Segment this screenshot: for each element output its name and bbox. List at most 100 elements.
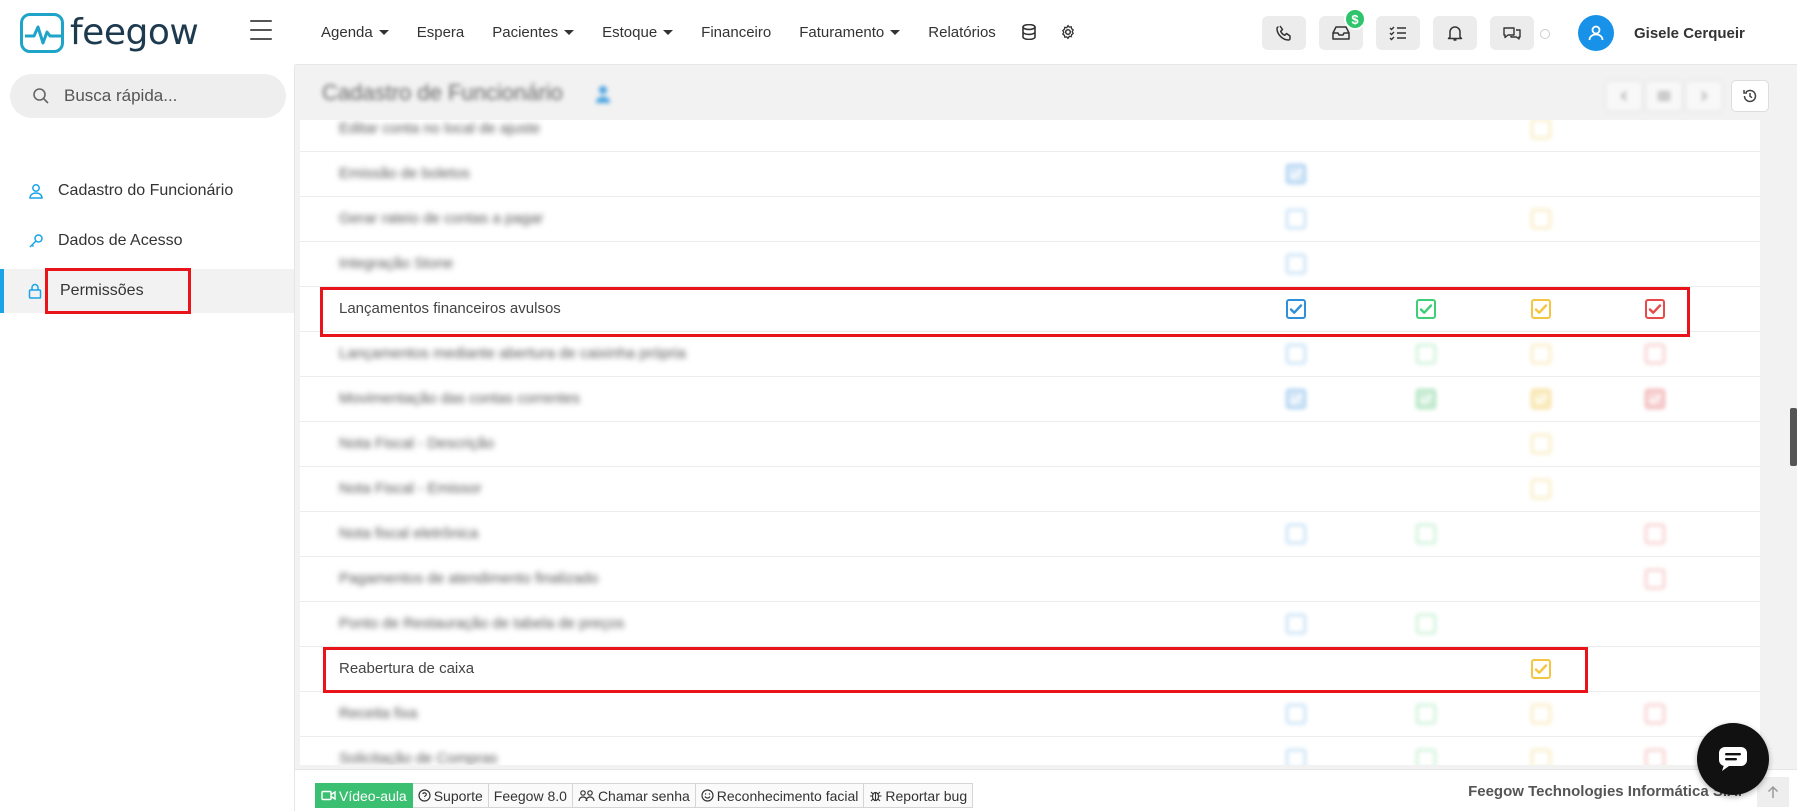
permission-checkbox[interactable] [1531,344,1551,364]
permission-checkbox[interactable] [1645,569,1665,589]
history-button[interactable] [1731,80,1769,112]
permission-checkbox[interactable] [1531,704,1551,724]
permission-checkbox[interactable] [1416,749,1436,765]
nav-agenda[interactable]: Agenda [307,0,403,64]
permission-checkbox[interactable] [1286,344,1306,364]
live-chat-button[interactable] [1697,723,1769,795]
suporte-button[interactable]: Suporte [412,783,489,808]
nav-pacientes[interactable]: Pacientes [478,0,588,64]
phone-button[interactable] [1262,16,1306,50]
permission-row: Movimentação das contas correntes [300,377,1760,422]
permission-checkbox[interactable] [1416,614,1436,634]
permission-row: Integração Stone [300,242,1760,287]
database-icon[interactable] [1010,0,1048,64]
permission-checkbox[interactable] [1286,524,1306,544]
status-indicator [1540,29,1550,39]
nav-espera[interactable]: Espera [403,0,479,64]
chevron-right-icon [1701,91,1708,101]
scrollbar-thumb[interactable] [1790,408,1797,466]
permission-checkbox[interactable] [1531,479,1551,499]
reportar-bug-button[interactable]: Reportar bug [864,783,974,808]
permission-checkbox[interactable] [1416,299,1436,319]
phone-icon [1276,25,1291,41]
permission-checkbox[interactable] [1531,299,1551,319]
logo-text: feegow [70,12,199,53]
permission-checkbox[interactable] [1645,749,1665,765]
permission-label: Nota fiscal eletrônica [339,525,479,542]
bug-icon [870,791,882,802]
next-record-button[interactable] [1685,80,1723,112]
caret-down-icon [663,29,674,35]
permission-row: Lançamentos financeiros avulsos [300,287,1760,332]
permission-checkbox[interactable] [1286,254,1306,274]
permission-checkbox[interactable] [1286,299,1306,319]
permission-checkbox[interactable] [1531,659,1551,679]
checkmark-icon [1289,304,1303,314]
permission-label: Reabertura de caixa [339,660,475,677]
permission-checkbox[interactable] [1531,120,1551,139]
page-title: Cadastro de Funcionário [322,80,563,105]
permission-checkbox[interactable] [1286,614,1306,634]
permission-checkbox[interactable] [1286,704,1306,724]
scroll-to-top-button[interactable] [1757,777,1789,807]
search-icon [33,88,49,104]
permission-checkbox[interactable] [1645,344,1665,364]
checkmark-icon [1419,304,1433,314]
nav-relatorios[interactable]: Relatórios [914,0,1010,64]
sidebar-menu: Cadastro do Funcionário Dados de Acesso … [0,169,294,319]
permission-label: Movimentação das contas correntes [339,390,580,407]
list-records-button[interactable] [1645,80,1683,112]
permission-checkbox[interactable] [1286,209,1306,229]
chat-message-icon [1719,747,1747,771]
permission-checkbox[interactable] [1645,389,1665,409]
permission-row: Receita fixa [300,692,1760,737]
permission-checkbox[interactable] [1645,704,1665,724]
permission-row: Editar conta no local de ajuste [300,120,1760,152]
reconhecimento-facial-button[interactable]: Reconhecimento facial [695,783,865,808]
permission-label: Receita fixa [339,705,418,722]
permission-checkbox[interactable] [1531,749,1551,765]
permission-label: Nota Fiscal - Descrição [339,435,495,452]
nav-faturamento[interactable]: Faturamento [785,0,914,64]
caret-down-icon [564,29,575,35]
version-button[interactable]: Feegow 8.0 [488,783,573,808]
notifications-button[interactable] [1433,16,1477,50]
sidebar-item-cadastro[interactable]: Cadastro do Funcionário [0,169,294,213]
permission-row: Solicitação de Compras [300,737,1760,765]
chamar-senha-button[interactable]: Chamar senha [572,783,696,808]
permission-label: Editar conta no local de ajuste [339,120,540,137]
quick-search-input[interactable] [64,86,264,106]
permission-checkbox[interactable] [1286,389,1306,409]
permission-checkbox[interactable] [1531,209,1551,229]
top-navigation: Agenda Espera Pacientes Estoque Financei… [295,0,1797,65]
permission-row: Ponto de Restauração de tabela de preços [300,602,1760,647]
settings-gear-icon[interactable] [1048,0,1088,64]
page-header: Cadastro de Funcionário [295,65,1797,125]
permission-checkbox[interactable] [1416,524,1436,544]
inbox-button[interactable]: $ [1319,8,1366,50]
sidebar-item-permissoes[interactable]: Permissões [0,269,294,313]
key-icon [29,234,43,248]
permission-checkbox[interactable] [1286,164,1306,184]
permission-row: Nota fiscal eletrônica [300,512,1760,557]
chat-button[interactable] [1490,16,1534,50]
permission-label: Solicitação de Compras [339,750,498,765]
permission-checkbox[interactable] [1286,749,1306,765]
tasks-button[interactable] [1376,16,1420,50]
user-menu[interactable]: Gisele Cerqueir [1578,15,1745,51]
sidebar-item-dados-acesso[interactable]: Dados de Acesso [0,219,294,263]
permission-checkbox[interactable] [1645,524,1665,544]
permission-checkbox[interactable] [1531,434,1551,454]
permission-checkbox[interactable] [1416,704,1436,724]
menu-toggle-icon[interactable] [250,20,272,40]
video-aula-button[interactable]: Vídeo-aula [315,783,413,808]
permission-checkbox[interactable] [1645,299,1665,319]
nav-financeiro[interactable]: Financeiro [687,0,785,64]
nav-estoque[interactable]: Estoque [588,0,687,64]
permission-checkbox[interactable] [1416,344,1436,364]
record-navigation [1605,80,1769,112]
previous-record-button[interactable] [1605,80,1643,112]
permission-checkbox[interactable] [1531,389,1551,409]
checkmark-icon [1289,169,1303,179]
permission-checkbox[interactable] [1416,389,1436,409]
